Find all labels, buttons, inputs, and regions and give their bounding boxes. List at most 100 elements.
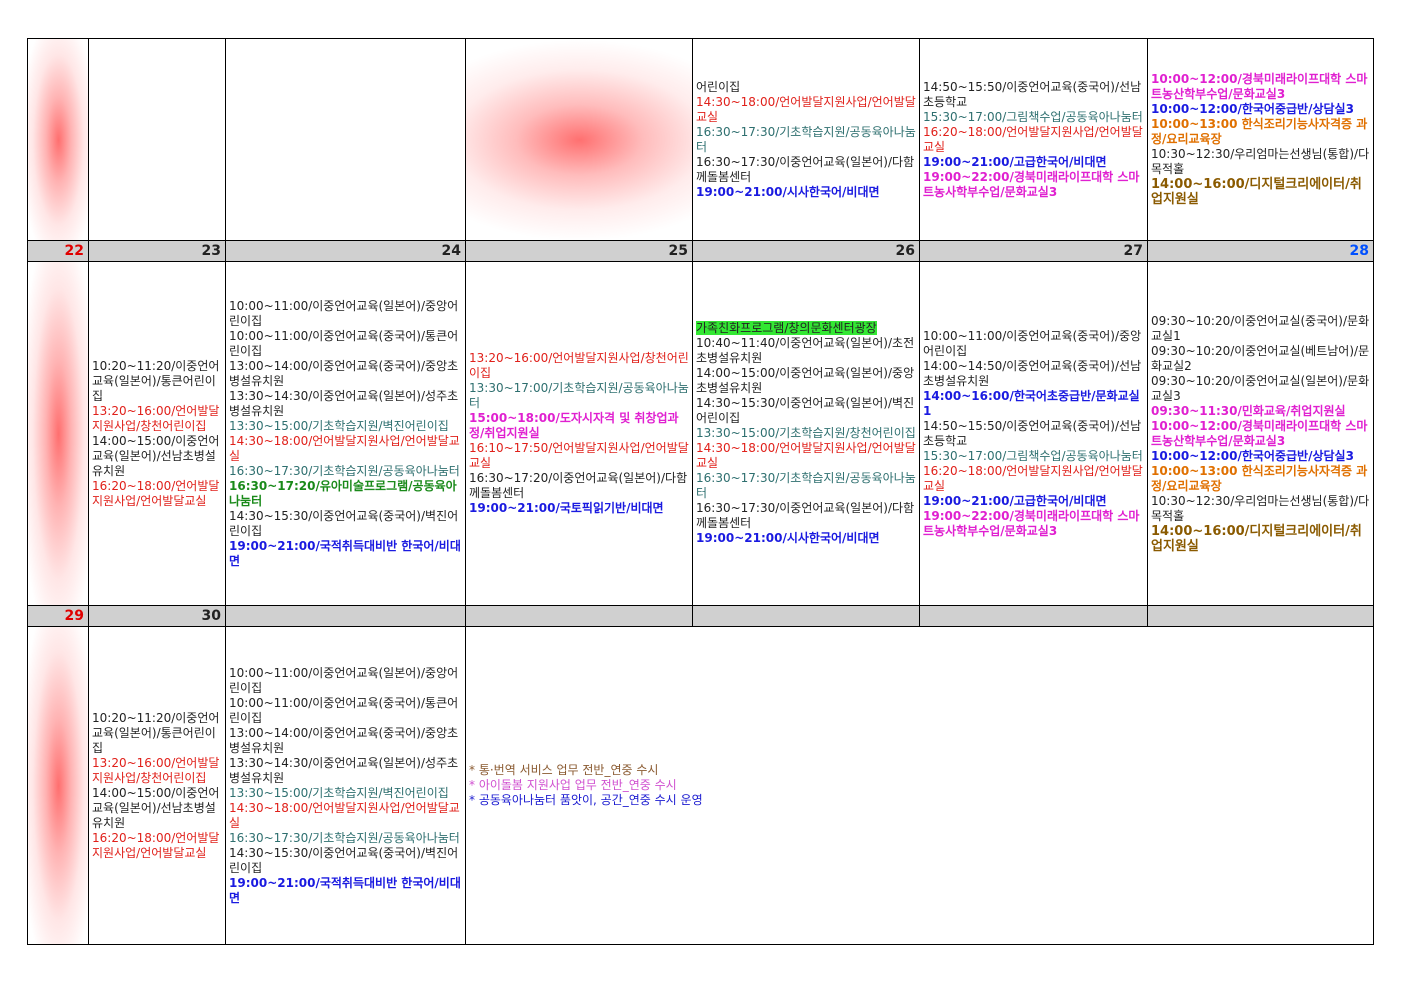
note-item: * 아이돌봄 지원사업 업무 전반_연중 수시 [469,778,677,792]
schedule-entry: 16:10~17:50/언어발달지원사업/언어발달교실 [469,441,689,470]
note-item: * 통·번역 서비스 업무 전반_연중 수시 [469,763,659,777]
schedule-entry: 13:20~16:00/언어발달지원사업/창천어린이집 [469,351,689,380]
schedule-entry: 14:30~18:00/언어발달지원사업/언어발달교실 [696,441,916,470]
schedule-entry: 10:00~13:00 한식조리기능사자격증 과정/요리교육장 [1151,463,1368,493]
schedule-entry: 16:20~18:00/언어발달지원사업/언어발달교실 [923,463,1143,493]
schedule-entry: 13:30~14:30/이중언어교육(일본어)/성주초병설유치원 [229,388,459,418]
schedule-entry: 14:00~16:00/한국어초중급반/문화교실1 [923,388,1140,418]
schedule-entry: 09:30~10:20/이중언어교실(베트남어)/문화교실2 [1151,343,1370,373]
wednesday-cell [465,38,693,241]
monthly-schedule-table: 어린이집 14:30~18:00/언어발달지원사업/언어발달교실 16:30~17:… [27,38,1374,945]
schedule-entry: 10:00~12:00/한국어중급반/상담실3 [1151,102,1354,116]
date-label: 30 [88,605,226,627]
notes-cell: * 통·번역 서비스 업무 전반_연중 수시 * 아이돌봄 지원사업 업무 전반… [465,626,1374,945]
schedule-entry: 14:30~15:30/이중언어교육(중국어)/벽진어린이집 [229,845,459,875]
wednesday-cell: 13:20~16:00/언어발달지원사업/창천어린이집 13:30~17:00/기… [465,261,693,606]
schedule-entry: 19:00~21:00/시사한국어/비대면 [696,531,880,545]
schedule-entry: 14:00~16:00/디지털크리에이터/취업지원실 [1151,177,1362,207]
schedule-entry: 15:00~18:00/도자시자격 및 취창업과정/취업지원실 [469,411,679,440]
date-label: 24 [225,240,466,262]
schedule-entry: 09:30~10:20/이중언어교실(일본어)/문화교실3 [1151,373,1370,403]
schedule-entry: 10:00~13:00 한식조리기능사자격증 과정/요리교육장 [1151,117,1368,146]
date-label: 27 [919,240,1148,262]
thursday-cell: 가족친화프로그램/창의문화센터광장 10:40~11:40/이중언어교육(일본어)… [692,261,920,606]
schedule-entry: 16:30~17:20/이중언어교육(일본어)/다함께돌봄센터 [469,471,688,500]
date-label [919,605,1148,627]
week-row: 10:20~11:20/이중언어교육(일본어)/통큰어린이집 13:20~16:0… [27,261,1374,606]
date-label: 29 [27,605,89,627]
schedule-entry: 16:30~17:20/유아미술프로그램/공동육아나눔터 [229,478,457,508]
schedule-entry: 13:20~16:00/언어발달지원사업/창천어린이집 [92,755,220,785]
schedule-entry: 19:00~22:00/경북미래라이프대학 스마트농사학부수업/문화교실3 [923,169,1140,199]
tuesday-cell: 10:00~11:00/이중언어교육(일본어)/중앙어린이집 10:00~11:0… [225,626,466,945]
schedule-entry: 15:30~17:00/그림책수업/공동육아나눔터 [923,448,1143,463]
highlighted-event: 가족친화프로그램/창의문화센터광장 [696,321,877,335]
date-label [692,605,920,627]
week-row: 10:20~11:20/이중언어교육(일본어)/통큰어린이집 13:20~16:0… [27,626,1374,945]
monday-cell: 10:20~11:20/이중언어교육(일본어)/통큰어린이집 13:20~16:0… [88,626,226,945]
schedule-entry: 14:00~15:00/이중언어교육(일본어)/중앙초병설유치원 [696,366,915,395]
thursday-cell: 어린이집 14:30~18:00/언어발달지원사업/언어발달교실 16:30~17:… [692,38,920,241]
date-header-row: 22 23 24 25 26 27 28 [27,240,1374,262]
schedule-entry: 16:20~18:00/언어발달지원사업/언어발달교실 [923,124,1143,154]
schedule-entry: 10:00~11:00/이중언어교육(중국어)/중앙어린이집 [923,328,1142,358]
schedule-entry: 16:30~17:30/기초학습지원/공동육아나눔터 [229,463,460,478]
saturday-cell: 09:30~10:20/이중언어교실(중국어)/문화교실1 09:30~10:20… [1147,261,1374,606]
tuesday-cell: 10:00~11:00/이중언어교육(일본어)/중앙어린이집 10:00~11:0… [225,261,466,606]
schedule-entry: 19:00~21:00/시사한국어/비대면 [696,184,880,199]
schedule-entry: 어린이집 [696,79,741,94]
schedule-entry: 13:30~15:00/기초학습지원/벽진어린이집 [229,418,449,433]
schedule-entry: 10:00~12:00/경북미래라이프대학 스마트농산학부수업/문화교실3 [1151,72,1368,101]
schedule-entry: 19:00~21:00/고급한국어/비대면 [923,493,1107,508]
schedule-entry: 14:00~15:00/이중언어교육(일본어)/선남초병설유치원 [92,433,220,478]
schedule-entry: 10:00~11:00/이중언어교육(일본어)/중앙어린이집 [229,298,459,328]
date-label: 28 [1147,240,1374,262]
schedule-entry: 13:20~16:00/언어발달지원사업/창천어린이집 [92,403,220,433]
schedule-entry: 14:30~18:00/언어발달지원사업/언어발달교실 [696,94,916,124]
schedule-entry: 13:30~17:00/기초학습지원/공동육아나눔터 [469,381,689,410]
note-item: * 공동육아나눔터 품앗이, 공간_연중 수시 운영 [469,793,703,807]
week-row: 어린이집 14:30~18:00/언어발달지원사업/언어발달교실 16:30~17:… [27,38,1374,241]
date-label [465,605,693,627]
schedule-entry: 13:00~14:00/이중언어교육(중국어)/중앙초병설유치원 [229,358,459,388]
schedule-entry: 10:20~11:20/이중언어교육(일본어)/통큰어린이집 [92,710,220,755]
sunday-cell [27,261,89,606]
schedule-entry: 16:30~17:30/이중언어교육(일본어)/다함께돌봄센터 [696,501,915,530]
date-label [225,605,466,627]
schedule-entry: 10:00~12:00/한국어중급반/상담실3 [1151,448,1354,463]
schedule-entry: 19:00~21:00/고급한국어/비대면 [923,154,1107,169]
date-label: 26 [692,240,920,262]
schedule-entry: 16:30~17:30/기초학습지원/공동육아나눔터 [229,830,460,845]
schedule-entry: 13:30~15:00/기초학습지원/창천어린이집 [696,426,916,440]
date-header-row: 29 30 [27,605,1374,627]
schedule-entry: 09:30~11:30/민화교육/취업지원실 [1151,403,1346,418]
schedule-entry: 15:30~17:00/그림책수업/공동육아나눔터 [923,109,1143,124]
schedule-entry: 14:50~15:50/이중언어교육(중국어)/선남초등학교 [923,418,1142,448]
sunday-cell [27,38,89,241]
schedule-entry: 10:00~12:00/경북미래라이프대학 스마트농산학부수업/문화교실3 [1151,418,1368,448]
monday-cell: 10:20~11:20/이중언어교육(일본어)/통큰어린이집 13:20~16:0… [88,261,226,606]
schedule-entry: 16:30~17:30/기초학습지원/공동육아나눔터 [696,124,916,154]
schedule-entry: 16:30~17:30/이중언어교육(일본어)/다함께돌봄센터 [696,154,915,184]
friday-cell: 10:00~11:00/이중언어교육(중국어)/중앙어린이집 14:00~14:5… [919,261,1148,606]
date-label [1147,605,1374,627]
sunday-cell [27,626,89,945]
schedule-entry: 10:00~11:00/이중언어교육(일본어)/중앙어린이집 [229,665,459,695]
date-label: 22 [27,240,89,262]
schedule-entry: 19:00~21:00/국적취득대비반 한국어/비대면 [229,538,461,568]
schedule-entry: 10:20~11:20/이중언어교육(일본어)/통큰어린이집 [92,358,220,403]
schedule-entry: 19:00~21:00/국적취득대비반 한국어/비대면 [229,875,461,905]
schedule-entry: 16:30~17:30/기초학습지원/공동육아나눔터 [696,471,916,500]
tuesday-cell [225,38,466,241]
schedule-entry: 16:20~18:00/언어발달지원사업/언어발달교실 [92,478,220,508]
schedule-entry: 10:30~12:30/우리엄마는선생님(통합)/다목적홀 [1151,493,1370,523]
friday-cell: 14:50~15:50/이중언어교육(중국어)/선남초등학교 15:30~17:0… [919,38,1148,241]
saturday-cell: 10:00~12:00/경북미래라이프대학 스마트농산학부수업/문화교실3 10:… [1147,38,1374,241]
schedule-entry: 10:00~11:00/이중언어교육(중국어)/통큰어린이집 [229,695,459,725]
schedule-entry: 13:30~14:30/이중언어교육(일본어)/성주초병설유치원 [229,755,459,785]
schedule-entry: 14:00~15:00/이중언어교육(일본어)/선남초병설유치원 [92,785,220,830]
date-label: 25 [465,240,693,262]
schedule-entry: 14:30~15:30/이중언어교육(일본어)/벽진어린이집 [696,396,915,425]
schedule-entry: 16:20~18:00/언어발달지원사업/언어발달교실 [92,830,220,860]
schedule-entry: 13:30~15:00/기초학습지원/벽진어린이집 [229,785,449,800]
